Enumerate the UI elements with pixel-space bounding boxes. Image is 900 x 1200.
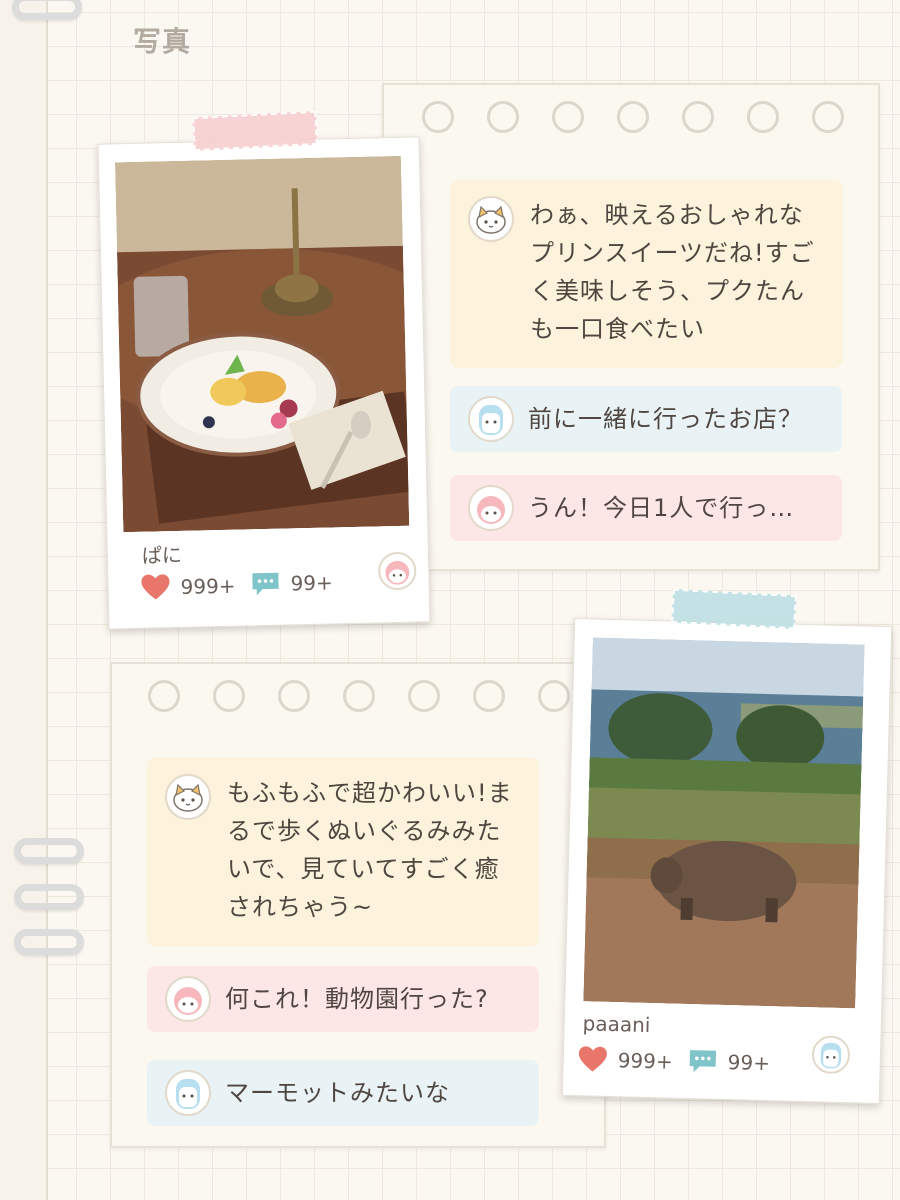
cat-avatar-icon[interactable] xyxy=(468,196,514,242)
chat-bubble: うん！今日1人で行っ… xyxy=(450,475,842,541)
message-text: もふもふで超かわいい!まるで歩くぬいぐるみみたいで、見ていてすごく癒されちゃう~ xyxy=(227,779,513,921)
punch-holes xyxy=(148,680,570,712)
like-count-value: 999+ xyxy=(180,573,236,599)
binder-ring xyxy=(14,838,84,864)
punch-holes xyxy=(422,101,844,133)
comment-count-value: 99+ xyxy=(290,570,334,596)
username: paaani xyxy=(582,1011,651,1038)
blue-character-avatar-icon[interactable] xyxy=(811,1035,851,1075)
photo-card-1[interactable]: ぱに 999+ 99+ xyxy=(97,136,431,630)
like-count[interactable]: 999+ xyxy=(140,572,236,602)
chat-bubble: 何これ！動物園行った? xyxy=(147,966,539,1032)
notebook-spine xyxy=(0,0,48,1200)
comment-count[interactable]: 99+ xyxy=(250,569,333,597)
blue-character-avatar-icon[interactable] xyxy=(165,1070,211,1116)
pink-character-avatar-icon[interactable] xyxy=(468,485,514,531)
like-count-value: 999+ xyxy=(617,1048,673,1074)
message-text: 何これ！動物園行った? xyxy=(225,985,489,1013)
heart-icon[interactable] xyxy=(577,1045,608,1074)
wombat-photo[interactable] xyxy=(583,637,865,1009)
page-title: 写真 xyxy=(133,25,192,58)
message-text: マーモットみたいな xyxy=(225,1079,450,1107)
pudding-photo[interactable] xyxy=(114,155,410,533)
pink-character-avatar-icon[interactable] xyxy=(377,551,417,591)
message-text: 前に一緒に行ったお店？ xyxy=(528,405,803,433)
comment-icon[interactable] xyxy=(250,571,281,598)
chat-bubble: 前に一緒に行ったお店？ xyxy=(450,386,842,452)
heart-icon[interactable] xyxy=(140,573,171,602)
binder-ring xyxy=(14,884,84,910)
username: ぱに xyxy=(141,542,183,568)
chat-bubble: マーモットみたいな xyxy=(147,1060,539,1126)
pink-character-avatar-icon[interactable] xyxy=(165,976,211,1022)
comment-count[interactable]: 99+ xyxy=(687,1048,770,1076)
photo-card-2[interactable]: paaani 999+ 99+ xyxy=(561,617,893,1105)
blue-character-avatar-icon[interactable] xyxy=(468,396,514,442)
message-text: うん！今日1人で行っ… xyxy=(528,494,795,522)
washi-tape xyxy=(671,588,797,630)
comment-count-value: 99+ xyxy=(727,1050,771,1076)
binder-ring xyxy=(12,0,82,20)
comment-icon[interactable] xyxy=(687,1048,718,1075)
binder-ring xyxy=(14,929,84,955)
chat-bubble: もふもふで超かわいい!まるで歩くぬいぐるみみたいで、見ていてすごく癒されちゃう~ xyxy=(147,758,539,946)
washi-tape xyxy=(192,110,318,152)
chat-bubble: わぁ、映えるおしゃれなプリンスイーツだね!すごく美味しそう、プクたんも一口食べた… xyxy=(450,180,842,368)
message-text: わぁ、映えるおしゃれなプリンスイーツだね!すごく美味しそう、プクたんも一口食べた… xyxy=(530,201,815,343)
cat-avatar-icon[interactable] xyxy=(165,774,211,820)
like-count[interactable]: 999+ xyxy=(577,1045,673,1075)
